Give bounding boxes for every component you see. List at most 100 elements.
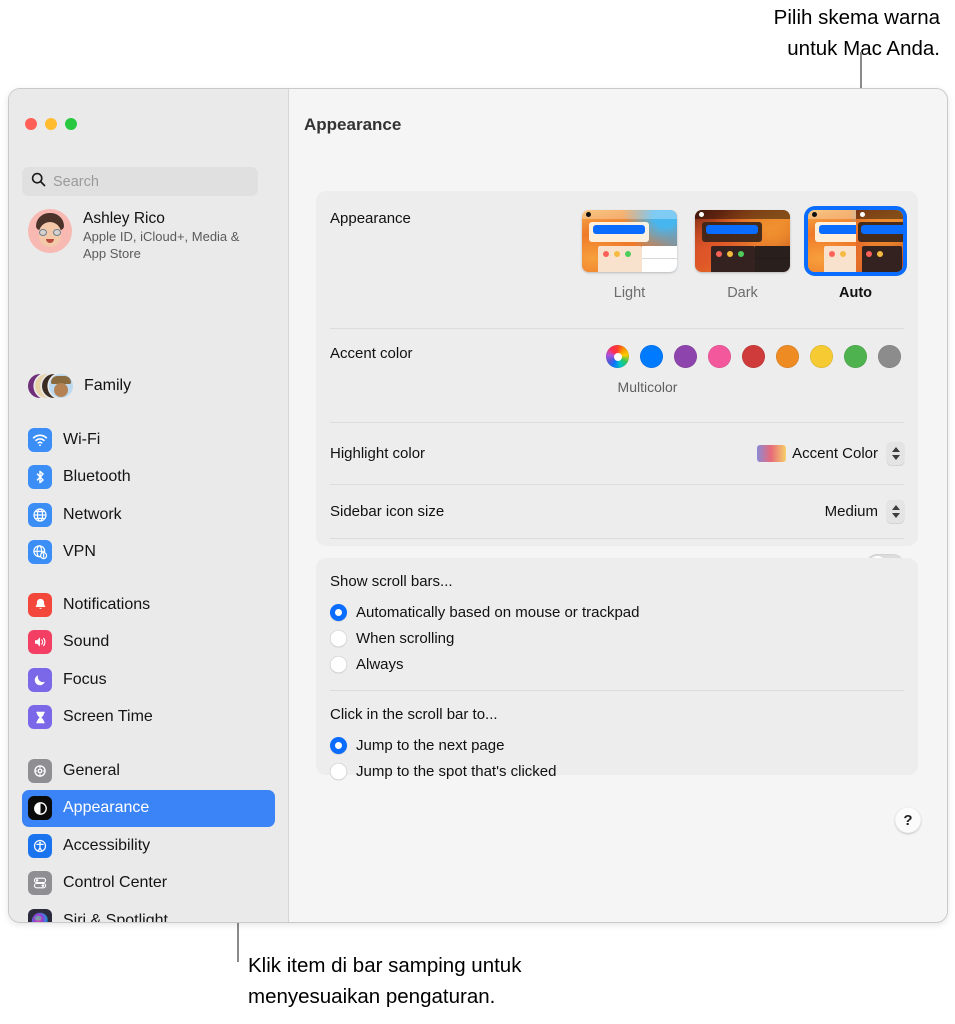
sidebar-item-label: Sound: [63, 633, 110, 651]
appearance-row-label: Appearance: [330, 210, 411, 227]
bell-icon: [28, 592, 52, 617]
radio-label: Automatically based on mouse or trackpad: [356, 603, 640, 621]
radio-click-next-page[interactable]: Jump to the next page: [330, 732, 904, 758]
radio-label: Jump to the next page: [356, 736, 505, 754]
appearance-icon: [28, 796, 52, 821]
gear-icon: [28, 758, 52, 783]
highlight-gradient-swatch: [757, 445, 787, 462]
vpn-globe-icon: [28, 540, 52, 565]
radio-click-spot-clicked[interactable]: Jump to the spot that's clicked: [330, 758, 904, 784]
avatar: [28, 209, 72, 253]
sidebar-item-label: General: [63, 761, 120, 779]
chevron-updown-icon[interactable]: [887, 442, 904, 465]
sidebar-item-network[interactable]: Network: [22, 496, 275, 534]
accent-swatch-orange[interactable]: [776, 345, 799, 368]
sidebar-item-appearance[interactable]: Appearance: [22, 789, 275, 827]
speaker-icon: [28, 630, 52, 655]
sidebar-item-wi-fi[interactable]: Wi-Fi: [22, 421, 275, 459]
wifi-icon: [28, 427, 52, 452]
detail-pane: Appearance Appearance Light Dark Auto Ac…: [289, 89, 947, 922]
sidebar-item-control-center[interactable]: Control Center: [22, 865, 275, 903]
radio-button[interactable]: [330, 629, 347, 647]
sidebar-group-system: Notifications Sound Focus Screen Time: [22, 586, 275, 736]
annotation-top: Pilih skema warna untuk Mac Anda.: [773, 6, 940, 60]
accent-swatch-yellow[interactable]: [810, 345, 833, 368]
radio-scrollbars-always[interactable]: Always: [330, 651, 904, 677]
sidebar-item-notifications[interactable]: Notifications: [22, 586, 275, 624]
accent-swatch-multicolor[interactable]: [606, 345, 629, 368]
radio-scrollbars-when-scrolling[interactable]: When scrolling: [330, 625, 904, 651]
siri-icon: [28, 908, 52, 922]
help-button[interactable]: ?: [895, 807, 921, 833]
accent-caption: Multicolor: [617, 379, 678, 395]
show-scroll-bars-section: Show scroll bars... Automatically based …: [316, 558, 918, 690]
accent-swatch-purple[interactable]: [674, 345, 697, 368]
chevron-updown-icon[interactable]: [887, 500, 904, 523]
search-field[interactable]: [22, 167, 258, 196]
radio-scrollbars-automatic[interactable]: Automatically based on mouse or trackpad: [330, 599, 904, 625]
sidebar-item-label: Wi-Fi: [63, 430, 101, 448]
theme-label: Dark: [727, 285, 758, 301]
radio-button[interactable]: [330, 655, 347, 673]
system-settings-window: Ashley Rico Apple ID, iCloud+, Media & A…: [8, 88, 948, 923]
sidebar-item-label: VPN: [63, 543, 96, 561]
show-scroll-bars-title: Show scroll bars...: [330, 573, 453, 590]
highlight-row-label: Highlight color: [330, 445, 426, 462]
sidebar-item-family[interactable]: Family: [28, 371, 131, 401]
sidebar-icon-size-row: Sidebar icon size Medium: [316, 485, 918, 538]
close-button[interactable]: [25, 118, 37, 130]
accent-swatch-green[interactable]: [844, 345, 867, 368]
accent-row-label: Accent color: [330, 345, 413, 362]
accent-color-row: Accent color Multicolor: [316, 329, 918, 422]
window-controls: [25, 118, 77, 130]
highlight-color-row: Highlight color Accent Color: [316, 423, 918, 484]
sidebar-item-label: Network: [63, 505, 122, 523]
radio-button[interactable]: [330, 603, 347, 621]
zoom-button[interactable]: [65, 118, 77, 130]
page-title: Appearance: [304, 115, 402, 134]
sidebar-item-label: Screen Time: [63, 708, 153, 726]
sidebar-item-screen-time[interactable]: Screen Time: [22, 699, 275, 737]
sidebar-item-vpn[interactable]: VPN: [22, 534, 275, 572]
appearance-settings-card: Appearance Light Dark Auto Accent color …: [316, 191, 918, 576]
search-input[interactable]: [53, 173, 233, 190]
control-center-icon: [28, 871, 52, 896]
hourglass-icon: [28, 705, 52, 730]
sidebar-icon-size-label: Sidebar icon size: [330, 503, 445, 520]
theme-option-dark[interactable]: Dark: [695, 210, 790, 301]
globe-icon: [28, 502, 52, 527]
accent-swatch-red[interactable]: [742, 345, 765, 368]
sidebar-item-label: Siri & Spotlight: [63, 911, 168, 922]
highlight-value: Accent Color: [792, 445, 878, 462]
radio-label: Jump to the spot that's clicked: [356, 762, 557, 780]
theme-option-auto[interactable]: Auto: [808, 210, 903, 301]
sidebar-item-accessibility[interactable]: Accessibility: [22, 827, 275, 865]
accent-swatch-graphite[interactable]: [878, 345, 901, 368]
theme-label: Light: [613, 285, 646, 301]
click-scroll-bar-section: Click in the scroll bar to... Jump to th…: [316, 691, 918, 797]
accent-swatch-pink[interactable]: [708, 345, 731, 368]
radio-label: Always: [356, 655, 404, 673]
sidebar-group-appearance: General Appearance Accessibility Control…: [22, 752, 275, 922]
account-row[interactable]: Ashley Rico Apple ID, iCloud+, Media & A…: [28, 209, 278, 262]
radio-button[interactable]: [330, 762, 347, 780]
radio-button[interactable]: [330, 736, 347, 754]
theme-thumbnail-auto: [808, 210, 903, 272]
minimize-button[interactable]: [45, 118, 57, 130]
annotation-bottom: Klik item di bar samping untuk menyesuai…: [248, 954, 522, 1008]
sidebar-item-label: Focus: [63, 670, 107, 688]
sidebar-item-focus[interactable]: Focus: [22, 661, 275, 699]
sidebar-item-label: Control Center: [63, 874, 168, 892]
accent-swatch-blue[interactable]: [640, 345, 663, 368]
highlight-color-popup[interactable]: Accent Color: [757, 442, 904, 465]
sidebar-item-label: Accessibility: [63, 836, 151, 854]
sidebar-item-sound[interactable]: Sound: [22, 624, 275, 662]
sidebar-item-general[interactable]: General: [22, 752, 275, 790]
sidebar-item-siri-and-spotlight[interactable]: Siri & Spotlight: [22, 902, 275, 922]
sidebar-item-label-family: Family: [84, 377, 132, 394]
theme-label: Auto: [838, 285, 872, 301]
theme-option-light[interactable]: Light: [582, 210, 677, 301]
sidebar-icon-size-popup[interactable]: Medium: [825, 500, 904, 523]
sidebar-item-bluetooth[interactable]: Bluetooth: [22, 459, 275, 497]
moon-icon: [28, 667, 52, 692]
